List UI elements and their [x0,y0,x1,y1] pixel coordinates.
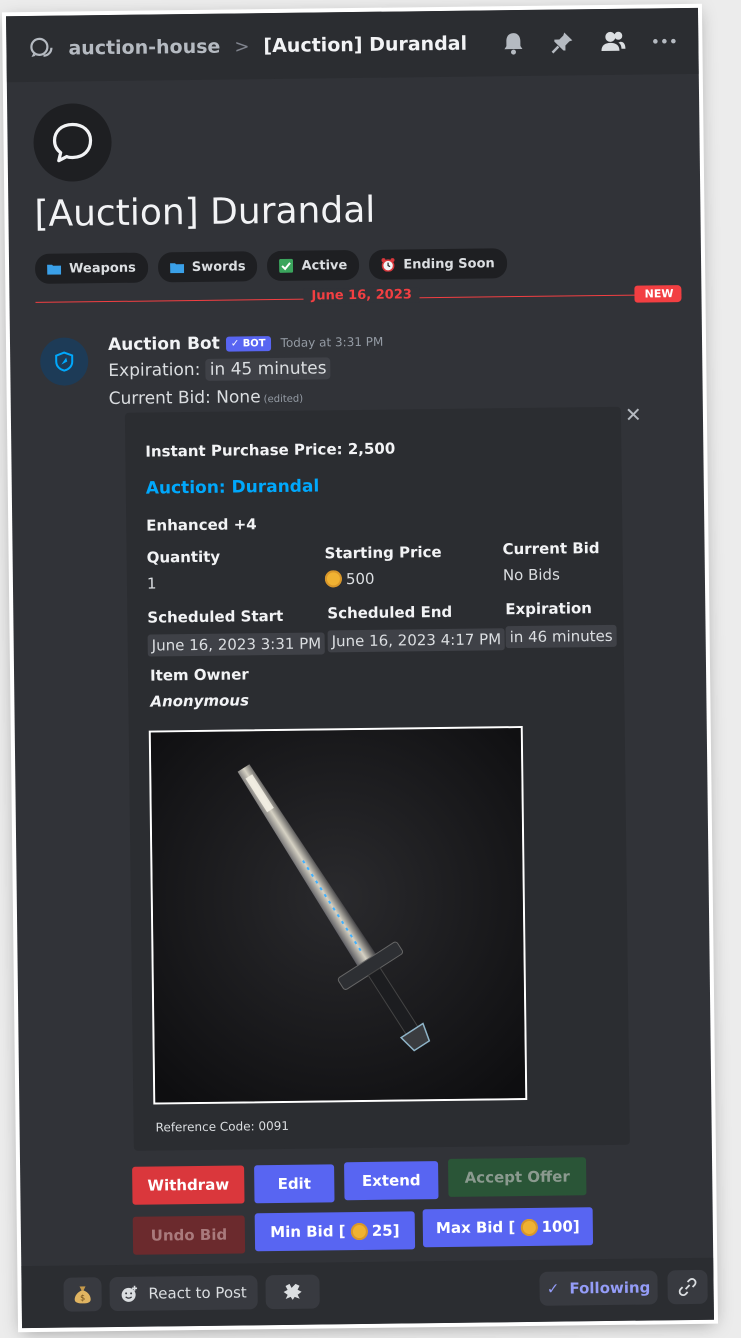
add-reaction-icon [121,1285,137,1302]
expiration-label: Expiration [505,599,593,619]
item-image[interactable] [148,726,528,1105]
undo-bid-button[interactable]: Undo Bid [132,1215,246,1255]
tag-active[interactable]: Active [267,249,360,282]
tag-label: Ending Soon [403,255,495,272]
auction-embed: Instant Purchase Price: 2,500 Auction: D… [124,406,630,1151]
close-icon[interactable]: ✕ [625,403,642,427]
post-title: [Auction] Durandal [34,189,376,235]
post-action-bar: $ React to Post ✓ Following [21,1257,714,1329]
expiration-timestamp: in 45 minutes [205,357,331,381]
instant-purchase-price: Instant Purchase Price: 2,500 [145,439,396,461]
threads-icon[interactable] [28,36,54,62]
extend-button[interactable]: Extend [344,1161,439,1201]
tag-label: Swords [191,258,246,275]
tag-swords[interactable]: Swords [157,251,258,283]
author-name[interactable]: Auction Bot [108,334,220,355]
quantity-label: Quantity [146,547,221,567]
withdraw-button[interactable]: Withdraw [132,1165,245,1205]
embed-title[interactable]: Auction: Durandal [146,476,320,498]
sticker-icon [283,1283,302,1300]
starting-price-label: Starting Price [324,542,442,563]
discord-window: auction-house > [Auction] Durandal [Auct… [6,7,714,1329]
post-tags: Weapons Swords Active Ending Soon [34,248,507,284]
min-bid-label: Min Bid [ [270,1222,346,1242]
message-timestamp: Today at 3:31 PM [280,334,384,350]
accept-offer-button[interactable]: Accept Offer [448,1157,587,1197]
money-bag-icon: $ [74,1286,91,1304]
edited-marker: (edited) [263,393,304,406]
coin-icon [324,570,343,588]
bell-icon[interactable] [502,31,524,55]
new-badge: NEW [634,285,682,303]
following-label: Following [569,1278,651,1298]
copy-link-button[interactable] [667,1269,708,1305]
members-icon[interactable] [600,30,626,54]
sword-image [150,728,526,1103]
react-to-post-label: React to Post [148,1283,247,1303]
check-icon: ✓ [546,1279,560,1298]
starting-price: 500 [324,569,375,589]
item-owner-value: Anonymous [150,691,250,711]
tag-label: Active [301,257,348,274]
divider-date: June 16, 2023 [303,287,420,304]
quantity-value: 1 [146,574,157,593]
reference-code: Reference Code: 0091 [155,1118,290,1135]
link-icon [678,1278,697,1297]
tag-weapons[interactable]: Weapons [34,252,148,284]
thread-header: auction-house > [Auction] Durandal [6,7,699,83]
tag-ending-soon[interactable]: Ending Soon [369,248,507,280]
max-bid-button[interactable]: Max Bid [ 100] [422,1207,594,1248]
thread-icon-avatar [33,102,113,182]
enhancement-level: Enhanced +4 [146,515,257,535]
breadcrumb-thread-title: [Auction] Durandal [263,32,468,58]
message-expiration-line: Expiration: in 45 minutes [108,357,331,382]
speech-bubble-icon [52,122,93,163]
svg-text:$: $ [80,1293,85,1302]
bot-badge: ✓ BOT [225,335,271,352]
scheduled-end-label: Scheduled End [327,602,453,623]
scheduled-start-label: Scheduled Start [147,606,284,627]
breadcrumb-channel[interactable]: auction-house [68,36,220,60]
current-bid-value: No Bids [502,565,560,585]
edit-button[interactable]: Edit [254,1164,335,1204]
starting-price-value: 500 [345,569,375,589]
expiration-label: Expiration: [108,359,201,382]
min-bid-button[interactable]: Min Bid [ 25] [254,1211,416,1252]
tag-label: Weapons [69,260,136,277]
check-icon [279,258,294,273]
alarm-clock-icon [381,258,395,272]
react-to-post-button[interactable]: React to Post [109,1275,258,1312]
folder-icon [47,263,62,275]
current-bid-text: Current Bid: None [108,387,261,410]
scheduled-end-value: June 16, 2023 4:17 PM [327,628,506,653]
current-bid-label: Current Bid [502,539,600,559]
coin-icon [350,1222,368,1240]
message-header: Auction Bot ✓ BOT Today at 3:31 PM [108,332,384,355]
coin-icon [520,1218,538,1236]
min-bid-amount: 25] [371,1221,400,1240]
more-icon[interactable] [652,37,676,45]
folder-icon [169,261,184,274]
shield-icon [55,351,74,372]
scheduled-start-value: June 16, 2023 3:31 PM [147,632,326,657]
max-bid-label: Max Bid [ [435,1218,516,1238]
item-owner-label: Item Owner [149,665,249,685]
reaction-money-bag[interactable]: $ [63,1277,102,1312]
max-bid-amount: 100] [541,1217,580,1236]
following-button[interactable]: ✓ Following [539,1270,658,1306]
reaction-picker-button[interactable] [265,1274,320,1310]
pin-icon[interactable] [550,30,574,54]
avatar[interactable] [39,337,89,386]
header-toolbar [502,29,676,55]
message-current-bid-line: Current Bid: None (edited) [109,387,304,409]
expiration-value: in 46 minutes [505,624,617,649]
breadcrumb-separator: > [234,35,250,57]
